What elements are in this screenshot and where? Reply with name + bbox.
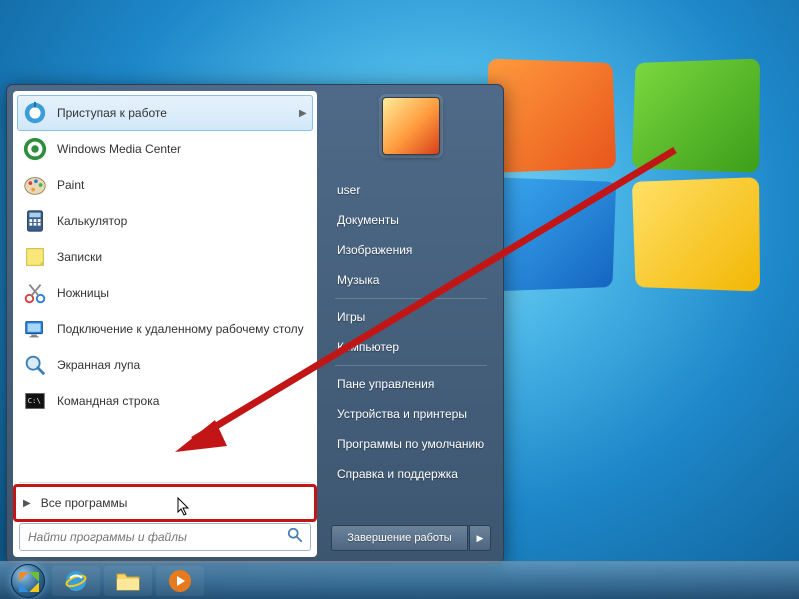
media-player-icon (167, 568, 193, 594)
taskbar-ie[interactable] (52, 566, 100, 596)
start-menu-right-panel: user Документы Изображения Музыка Игры К… (317, 91, 497, 557)
right-label: Изображения (337, 243, 412, 257)
right-item-devices[interactable]: Устройства и принтеры (331, 399, 491, 429)
remote-desktop-icon (21, 315, 49, 343)
svg-text:C:\: C:\ (28, 396, 41, 405)
right-label: Программы по умолчанию (337, 437, 484, 451)
program-media-center[interactable]: Windows Media Center (17, 131, 313, 167)
right-item-documents[interactable]: Документы (331, 205, 491, 235)
program-calculator[interactable]: Калькулятор (17, 203, 313, 239)
taskbar (0, 561, 799, 599)
program-label: Калькулятор (57, 214, 309, 228)
search-input[interactable] (19, 523, 311, 551)
right-item-control-panel[interactable]: Пане управления (331, 369, 491, 399)
program-command-prompt[interactable]: C:\ Командная строка (17, 383, 313, 419)
divider (335, 298, 487, 299)
triangle-right-icon: ▶ (23, 498, 31, 509)
start-menu: Приступая к работе ▶ Windows Media Cente… (6, 84, 504, 564)
program-label: Ножницы (57, 286, 309, 300)
submenu-arrow-icon: ▶ (299, 108, 309, 119)
program-paint[interactable]: Paint (17, 167, 313, 203)
folder-icon (115, 570, 141, 592)
right-label: Игры (337, 310, 365, 324)
divider (19, 482, 311, 483)
program-label: Paint (57, 178, 309, 192)
right-item-music[interactable]: Музыка (331, 265, 491, 295)
program-remote-desktop[interactable]: Подключение к удаленному рабочему столу (17, 311, 313, 347)
right-label: Справка и поддержка (337, 467, 458, 481)
right-item-computer[interactable]: Компьютер (331, 332, 491, 362)
all-programs-button[interactable]: ▶ Все программы (17, 489, 313, 517)
search-row (19, 523, 311, 551)
command-prompt-icon: C:\ (21, 387, 49, 415)
ie-icon (63, 568, 89, 594)
program-label: Приступая к работе (57, 106, 299, 120)
right-label: Пане управления (337, 377, 434, 391)
right-item-pictures[interactable]: Изображения (331, 235, 491, 265)
program-label: Экранная лупа (57, 358, 309, 372)
wallpaper-logo (489, 60, 769, 310)
program-label: Записки (57, 250, 309, 264)
triangle-right-icon: ▶ (477, 533, 484, 544)
right-label: Документы (337, 213, 399, 227)
right-item-default-programs[interactable]: Программы по умолчанию (331, 429, 491, 459)
start-menu-left-panel: Приступая к работе ▶ Windows Media Cente… (13, 91, 317, 557)
paint-icon (21, 171, 49, 199)
right-label: Устройства и принтеры (337, 407, 467, 421)
snipping-tool-icon (21, 279, 49, 307)
taskbar-explorer[interactable] (104, 566, 152, 596)
media-center-icon (21, 135, 49, 163)
program-getting-started[interactable]: Приступая к работе ▶ (17, 95, 313, 131)
calculator-icon (21, 207, 49, 235)
start-button[interactable] (6, 564, 50, 598)
right-label: Компьютер (337, 340, 399, 354)
user-picture[interactable] (382, 97, 440, 155)
all-programs-label: Все программы (41, 496, 307, 510)
magnifier-icon (21, 351, 49, 379)
right-label: Музыка (337, 273, 379, 287)
right-item-user[interactable]: user (331, 175, 491, 205)
divider (335, 365, 487, 366)
program-snipping-tool[interactable]: Ножницы (17, 275, 313, 311)
shutdown-row: Завершение работы ▶ (331, 525, 491, 551)
sticky-notes-icon (21, 243, 49, 271)
taskbar-media-player[interactable] (156, 566, 204, 596)
shutdown-button[interactable]: Завершение работы (331, 525, 468, 551)
program-label: Windows Media Center (57, 142, 309, 156)
windows-orb-icon (11, 564, 45, 598)
program-magnifier[interactable]: Экранная лупа (17, 347, 313, 383)
shutdown-label: Завершение работы (347, 532, 451, 544)
getting-started-icon (21, 99, 49, 127)
right-label: user (337, 183, 360, 197)
shutdown-options-button[interactable]: ▶ (469, 525, 491, 551)
program-sticky-notes[interactable]: Записки (17, 239, 313, 275)
right-item-help[interactable]: Справка и поддержка (331, 459, 491, 489)
program-label: Подключение к удаленному рабочему столу (57, 322, 309, 336)
right-item-games[interactable]: Игры (331, 302, 491, 332)
program-label: Командная строка (57, 394, 309, 408)
pinned-programs-list: Приступая к работе ▶ Windows Media Cente… (17, 95, 313, 478)
